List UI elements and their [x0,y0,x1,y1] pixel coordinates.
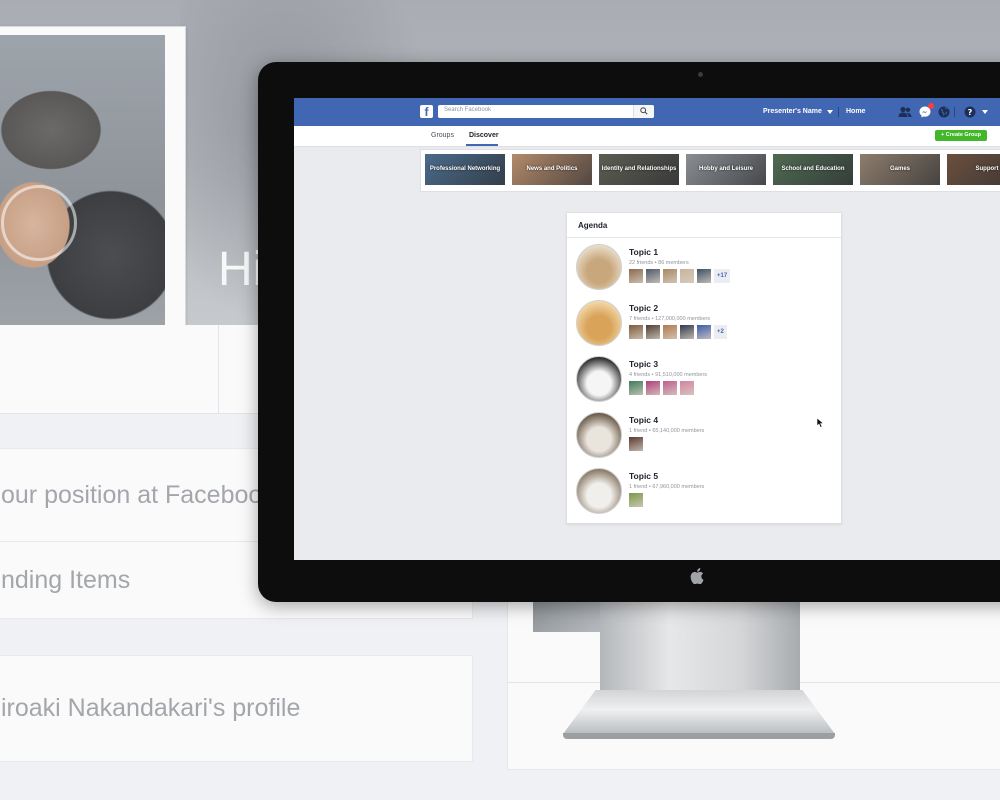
category-tile[interactable]: Hobby and Leisure [686,154,766,185]
topic-name[interactable]: Topic 5 [629,471,658,481]
friend-avatar[interactable] [680,325,694,339]
profile-picture [0,35,165,371]
topic-avatar[interactable] [576,356,622,402]
topic-name[interactable]: Topic 3 [629,359,658,369]
cover-greeting: Hi [218,243,264,296]
topic-name[interactable]: Topic 4 [629,415,658,425]
screen: f Search Facebook Presenter's Name Home [294,98,1000,560]
more-friends-badge[interactable]: +17 [714,269,731,283]
topic-name[interactable]: Topic 2 [629,303,658,313]
friend-avatar[interactable] [697,269,711,283]
friend-thumbnails [629,437,643,451]
friend-avatar[interactable] [663,325,677,339]
search-placeholder: Search Facebook [444,107,492,113]
friend-avatar[interactable] [646,381,660,395]
topic-row[interactable]: Topic 4 1 friend • 65,140,000 members [576,412,838,462]
facebook-logo-icon[interactable]: f [420,105,433,118]
camera-icon [698,72,703,77]
friend-avatar[interactable] [629,269,643,283]
active-tab-indicator [466,144,498,146]
topic-row[interactable]: Topic 3 4 friends • 91,510,000 members [576,356,838,406]
tab-groups[interactable]: Groups [431,132,454,139]
friend-thumbnails [629,493,643,507]
category-tile[interactable]: Games [860,154,940,185]
topic-member-count: 22 friends • 86 members [629,260,689,266]
friend-avatar[interactable] [680,381,694,395]
monitor-stand [600,602,800,692]
apple-logo-icon [690,568,704,589]
monitor-stand-base [563,690,835,734]
friend-avatar[interactable] [646,325,660,339]
chevron-down-icon[interactable] [827,110,833,114]
more-friends-badge[interactable]: +2 [714,325,727,339]
category-tile[interactable]: News and Politics [512,154,592,185]
friend-avatar[interactable] [663,381,677,395]
topic-member-count: 7 friends • 127,000,000 members [629,316,711,322]
topic-avatar[interactable] [576,468,622,514]
mouse-cursor-icon [817,418,824,428]
category-label: Games [889,166,910,172]
svg-text:?: ? [968,108,973,117]
topic-row[interactable]: Topic 1 22 friends • 86 members +17 [576,244,838,294]
topic-avatar[interactable] [576,412,622,458]
friend-avatar[interactable] [646,269,660,283]
friend-avatar[interactable] [629,325,643,339]
category-label: Professional Networking [429,166,501,172]
topic-member-count: 1 friend • 65,140,000 members [629,428,705,434]
topic-row[interactable]: Topic 2 7 friends • 127,000,000 members +2 [576,300,838,350]
facebook-top-bar: f Search Facebook Presenter's Name Home [294,98,1000,126]
topic-avatar[interactable] [576,244,622,290]
category-label: Identity and Relationships [601,166,677,172]
globe-icon[interactable] [938,106,950,118]
chevron-down-icon[interactable] [982,110,988,114]
category-label: School and Education [781,166,845,172]
category-label: Support [975,166,999,172]
home-link[interactable]: Home [846,108,865,115]
search-input[interactable]: Search Facebook [438,105,654,118]
groups-subnav: Groups Discover + Create Group [294,126,1000,147]
friend-avatar[interactable] [697,325,711,339]
friend-avatar[interactable] [629,493,643,507]
category-tile[interactable]: Support [947,154,1000,185]
search-icon [640,107,648,115]
goggles [1,185,77,261]
friend-avatar[interactable] [680,269,694,283]
friend-thumbnails: +2 [629,325,727,339]
category-carousel: Professional Networking News and Politics… [420,149,1000,192]
friend-thumbnails [629,381,694,395]
friend-avatar[interactable] [663,269,677,283]
friend-requests-icon[interactable] [898,106,912,118]
topic-avatar[interactable] [576,300,622,346]
friend-thumbnails: +17 [629,269,731,283]
search-button[interactable] [633,105,654,118]
background-card: iroaki Nakandakari's profile [0,655,473,762]
agenda-title: Agenda [578,221,608,230]
topic-member-count: 1 friend • 67,960,000 members [629,484,705,490]
friend-avatar[interactable] [629,381,643,395]
category-label: News and Politics [526,166,578,172]
category-label: Hobby and Leisure [698,166,753,172]
category-tile[interactable]: Identity and Relationships [599,154,679,185]
tab-discover[interactable]: Discover [469,132,499,139]
agenda-card: Agenda Topic 1 22 friends • 86 members +17… [566,212,842,524]
topic-row[interactable]: Topic 5 1 friend • 67,960,000 members [576,468,838,518]
category-tile[interactable]: Professional Networking [425,154,505,185]
notification-badge [928,103,934,109]
profile-link[interactable]: Presenter's Name [763,108,822,115]
category-tile[interactable]: School and Education [773,154,853,185]
friend-avatar[interactable] [629,437,643,451]
help-icon[interactable]: ? [964,106,976,118]
topic-name[interactable]: Topic 1 [629,247,658,257]
create-group-button[interactable]: + Create Group [935,130,987,141]
topic-member-count: 4 friends • 91,510,000 members [629,372,708,378]
